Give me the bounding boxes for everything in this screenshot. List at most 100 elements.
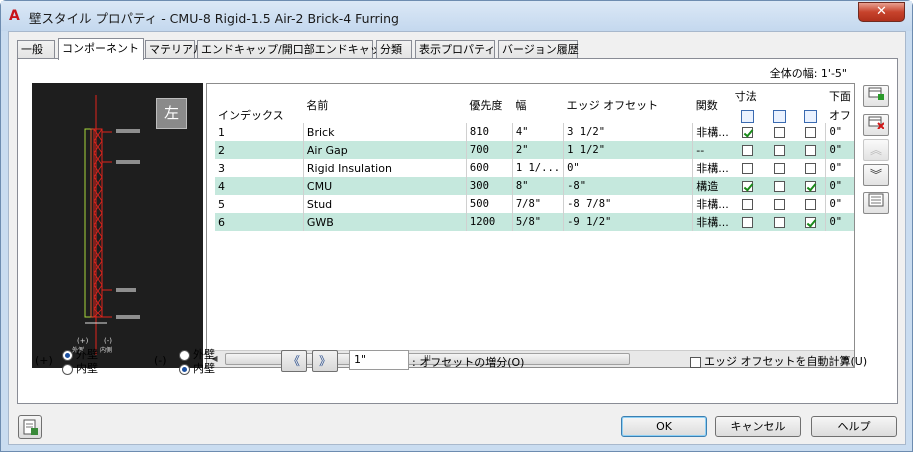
cell-function[interactable]: -- [692, 141, 732, 159]
table-row[interactable]: 4 CMU 300 8" -8" 構造 0" [215, 177, 854, 195]
cell-bottom-offset[interactable]: 0" [825, 123, 854, 141]
dimension-checkbox-2[interactable] [774, 127, 786, 138]
view-left-icon[interactable]: 左 [156, 98, 187, 129]
dimension-checkbox-2[interactable] [774, 163, 786, 174]
dimension-checkbox-3[interactable] [805, 163, 817, 174]
cell-priority[interactable]: 500 [465, 195, 513, 213]
cell-name[interactable]: CMU [302, 177, 467, 195]
header-name[interactable]: 名前 [303, 87, 466, 123]
components-grid[interactable]: インデックス 名前 優先度 幅 エッジ オフセット 関数 寸法 下面 オフ 1 … [206, 83, 855, 368]
cell-name[interactable]: Stud [302, 195, 467, 213]
cell-index[interactable]: 1 [215, 123, 303, 141]
dimension-checkbox-2[interactable] [774, 145, 786, 156]
dimension-inner-icon[interactable] [804, 110, 818, 123]
cell-index[interactable]: 2 [215, 141, 304, 159]
tab-general[interactable]: 一般 [17, 40, 55, 59]
cell-index[interactable]: 5 [215, 195, 303, 213]
offset-increase-button[interactable]: 》 [312, 350, 338, 372]
dimension-checkbox-3[interactable] [805, 199, 817, 210]
cell-bottom-offset[interactable]: 0" [825, 159, 854, 177]
cell-width[interactable]: 5/8" [511, 213, 564, 231]
move-up-button[interactable]: ︽ [863, 139, 889, 161]
cell-priority[interactable]: 600 [465, 159, 513, 177]
minus-inner-option[interactable]: 内壁 [179, 360, 215, 376]
cell-edge-offset[interactable]: -8 7/8" [563, 195, 693, 213]
auto-calc-option[interactable]: エッジ オフセットを自動計算(U) [690, 353, 867, 369]
tab-display-properties[interactable]: 表示プロパティ [415, 40, 495, 59]
cell-width[interactable]: 2" [511, 141, 564, 159]
table-row[interactable]: 3 Rigid Insulation 600 1 1/... 0" 非構... 0" [215, 159, 854, 177]
dimension-checkbox-1[interactable] [742, 163, 754, 174]
header-function[interactable]: 関数 [693, 87, 732, 123]
offset-increment-input[interactable]: 1" [349, 350, 409, 370]
wall-preview[interactable]: (+) 外側 (-) 内側 左 [32, 83, 203, 368]
plus-inner-radio[interactable] [62, 363, 73, 375]
tab-materials[interactable]: マテリアル [145, 40, 204, 59]
dimension-checkbox-2[interactable] [774, 217, 786, 228]
dimension-checkbox-1[interactable] [742, 145, 754, 156]
cell-bottom-offset[interactable]: 0" [825, 213, 854, 231]
table-row[interactable]: 2 Air Gap 700 2" 1 1/2" -- 0" [215, 141, 854, 159]
cell-priority[interactable]: 1200 [465, 213, 513, 231]
cell-bottom-offset[interactable]: 0" [825, 195, 854, 213]
ok-button[interactable]: OK [621, 416, 707, 437]
minus-outer-radio[interactable] [179, 349, 190, 361]
tab-components[interactable]: コンポーネント [58, 38, 144, 60]
cell-edge-offset[interactable]: 1 1/2" [563, 141, 693, 159]
dimension-checkbox-3[interactable] [805, 217, 817, 228]
header-priority[interactable]: 優先度 [466, 87, 512, 123]
offset-decrease-button[interactable]: 《 [281, 350, 307, 372]
cell-bottom-offset[interactable]: 0" [825, 141, 854, 159]
autocad-app-icon[interactable]: A [9, 8, 23, 24]
cell-function[interactable]: 非構... [692, 123, 732, 141]
dimension-checkbox-3[interactable] [805, 181, 817, 192]
dimension-checkbox-3[interactable] [805, 145, 817, 156]
cell-function[interactable]: 非構... [692, 195, 732, 213]
cancel-button[interactable]: キャンセル [715, 416, 801, 437]
cell-index[interactable]: 4 [215, 177, 304, 195]
table-row[interactable]: 1 Brick 810 4" 3 1/2" 非構... 0" [215, 123, 854, 141]
dimension-outer-icon[interactable] [741, 110, 755, 123]
dimension-checkbox-2[interactable] [774, 181, 786, 192]
title-bar[interactable]: A 壁スタイル プロパティ - CMU-8 Rigid-1.5 Air-2 Br… [1, 1, 912, 31]
cell-name[interactable]: Air Gap [302, 141, 467, 159]
close-button[interactable]: ✕ [858, 2, 905, 22]
minus-inner-radio[interactable] [179, 363, 190, 375]
cell-edge-offset[interactable]: -8" [563, 177, 693, 195]
cell-name[interactable]: Brick [302, 123, 467, 141]
cell-width[interactable]: 7/8" [511, 195, 564, 213]
dimension-checkbox-1[interactable] [742, 127, 754, 138]
cell-index[interactable]: 6 [215, 213, 304, 231]
header-offset[interactable]: オフ [826, 105, 854, 123]
delete-component-button[interactable] [863, 114, 889, 136]
cell-function[interactable]: 非構... [692, 213, 732, 231]
cell-width[interactable]: 4" [511, 123, 564, 141]
cell-name[interactable]: GWB [302, 213, 467, 231]
dimension-checkbox-2[interactable] [774, 199, 786, 210]
context-help-button[interactable] [18, 415, 42, 439]
table-row[interactable]: 6 GWB 1200 5/8" -9 1/2" 非構... 0" [215, 213, 854, 231]
tab-classification[interactable]: 分類 [376, 40, 412, 59]
cell-index[interactable]: 3 [215, 159, 303, 177]
help-button[interactable]: ヘルプ [811, 416, 897, 437]
plus-outer-radio[interactable] [62, 349, 73, 361]
cell-edge-offset[interactable]: 3 1/2" [563, 123, 693, 141]
dimension-checkbox-3[interactable] [805, 127, 817, 138]
add-component-button[interactable] [863, 85, 889, 107]
tab-endcaps[interactable]: エンドキャップ/開口部エンドキャップ [197, 40, 392, 59]
table-row[interactable]: 5 Stud 500 7/8" -8 7/8" 非構... 0" [215, 195, 854, 213]
tab-version-history[interactable]: バージョン履歴 [498, 40, 579, 59]
dimension-center-icon[interactable] [773, 110, 787, 123]
component-properties-button[interactable] [863, 192, 889, 214]
header-dimension[interactable]: 寸法 [732, 87, 826, 105]
header-index[interactable]: インデックス [215, 87, 303, 123]
cell-bottom-offset[interactable]: 0" [825, 177, 854, 195]
header-bottom[interactable]: 下面 [826, 87, 854, 105]
dimension-checkbox-1[interactable] [742, 199, 754, 210]
cell-edge-offset[interactable]: -9 1/2" [563, 213, 693, 231]
cell-width[interactable]: 1 1/... [511, 159, 564, 177]
plus-inner-option[interactable]: 内壁 [62, 360, 98, 376]
cell-priority[interactable]: 300 [465, 177, 513, 195]
cell-name[interactable]: Rigid Insulation [302, 159, 467, 177]
dimension-checkbox-1[interactable] [742, 181, 754, 192]
